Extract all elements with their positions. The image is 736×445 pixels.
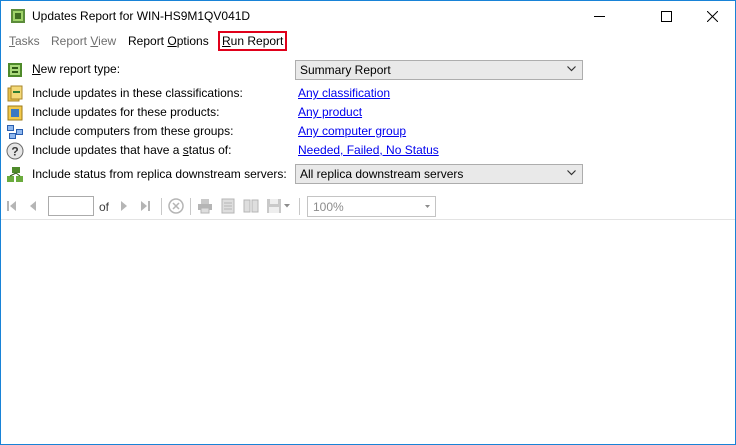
replica-select[interactable]: All replica downstream servers [295,164,583,184]
export-icon[interactable] [266,198,282,214]
replica-label: Include status from replica downstream s… [32,167,287,181]
menu-tasks[interactable]: Tasks [9,34,40,48]
menu-tasks-label: asks [15,34,40,48]
status-label: Include updates that have a status of: [32,143,231,157]
menu-report-view-prefix: Report [51,34,91,48]
report-viewer-toolbar: of 100% [1,195,735,220]
print-layout-icon[interactable] [220,198,236,214]
product-icon [7,105,23,121]
page-number-input[interactable] [48,196,94,216]
menu-report-view-mnemonic: V [90,34,99,48]
replica-server-icon [7,167,23,182]
last-page-icon[interactable] [140,199,150,213]
report-type-icon [8,63,22,77]
page-setup-icon[interactable] [243,198,259,214]
wsus-app-icon [11,9,25,23]
classification-icon [7,85,23,102]
report-type-mnemonic: N [32,62,41,76]
close-icon [706,10,718,22]
toolbar-separator [190,198,191,215]
groups-row: Include computers from these groups: Any… [1,122,735,142]
title-bar[interactable]: Updates Report for WIN-HS9M1QV041D [1,1,735,31]
page-of-label: of [99,200,110,214]
classifications-row: Include updates in these classifications… [1,84,735,104]
minimize-icon [593,15,605,17]
menu-run-report-mnemonic: R [222,34,231,48]
maximize-button[interactable] [643,1,689,31]
report-window: Updates Report for WIN-HS9M1QV041D Tasks… [0,0,736,445]
classifications-link[interactable]: Any classification [298,86,390,100]
menu-run-report-label: un Report [230,34,284,48]
menu-report-options[interactable]: Report Options [128,34,209,48]
menu-report-options-mnemonic: O [167,34,177,48]
close-button[interactable] [689,1,735,31]
first-page-icon[interactable] [7,199,17,213]
replica-value: All replica downstream servers [300,167,464,181]
next-page-icon[interactable] [120,199,128,213]
classifications-label: Include updates in these classifications… [32,86,243,100]
products-link[interactable]: Any product [298,105,362,119]
report-type-value: Summary Report [300,63,391,77]
toolbar-separator [161,198,162,215]
svg-text:?: ? [11,145,18,159]
groups-label: Include computers from these groups: [32,124,234,138]
replica-row: Include status from replica downstream s… [1,164,735,185]
print-icon[interactable] [197,198,213,214]
groups-link[interactable]: Any computer group [298,124,406,138]
products-row: Include updates for these products: Any … [1,103,735,123]
help-question-icon: ? [6,142,24,160]
computer-group-icon [7,125,23,139]
window-title: Updates Report for WIN-HS9M1QV041D [32,9,251,23]
products-label: Include updates for these products: [32,105,220,119]
menu-run-report[interactable]: Run Report [217,31,288,51]
minimize-button[interactable] [576,1,622,31]
menu-report-view-label: iew [98,34,117,48]
maximize-icon [660,10,672,22]
report-type-select[interactable]: Summary Report [295,60,583,80]
previous-page-icon[interactable] [29,199,37,213]
status-link[interactable]: Needed, Failed, No Status [298,143,439,157]
toolbar-separator [299,198,300,215]
status-label-prefix: Include updates that have a [32,143,183,157]
chevron-down-icon [567,66,576,72]
status-label-text: tatus of: [188,143,232,157]
menu-bar: Tasks Report View Report Options Run Rep… [1,31,735,53]
zoom-dropdown-icon [425,205,430,208]
report-type-label-text: ew report type: [40,62,121,76]
zoom-select[interactable]: 100% [307,196,436,217]
menu-report-options-prefix: Report [128,34,168,48]
export-dropdown-icon[interactable] [284,204,290,208]
report-type-row: New report type: Summary Report [1,60,735,80]
chevron-down-icon [567,170,576,176]
report-type-label: New report type: [32,62,120,76]
stop-icon[interactable] [168,198,184,214]
menu-report-view[interactable]: Report View [51,34,116,48]
zoom-value: 100% [313,200,344,214]
status-row: ? Include updates that have a status of:… [1,141,735,161]
menu-report-options-label: ptions [176,34,209,48]
